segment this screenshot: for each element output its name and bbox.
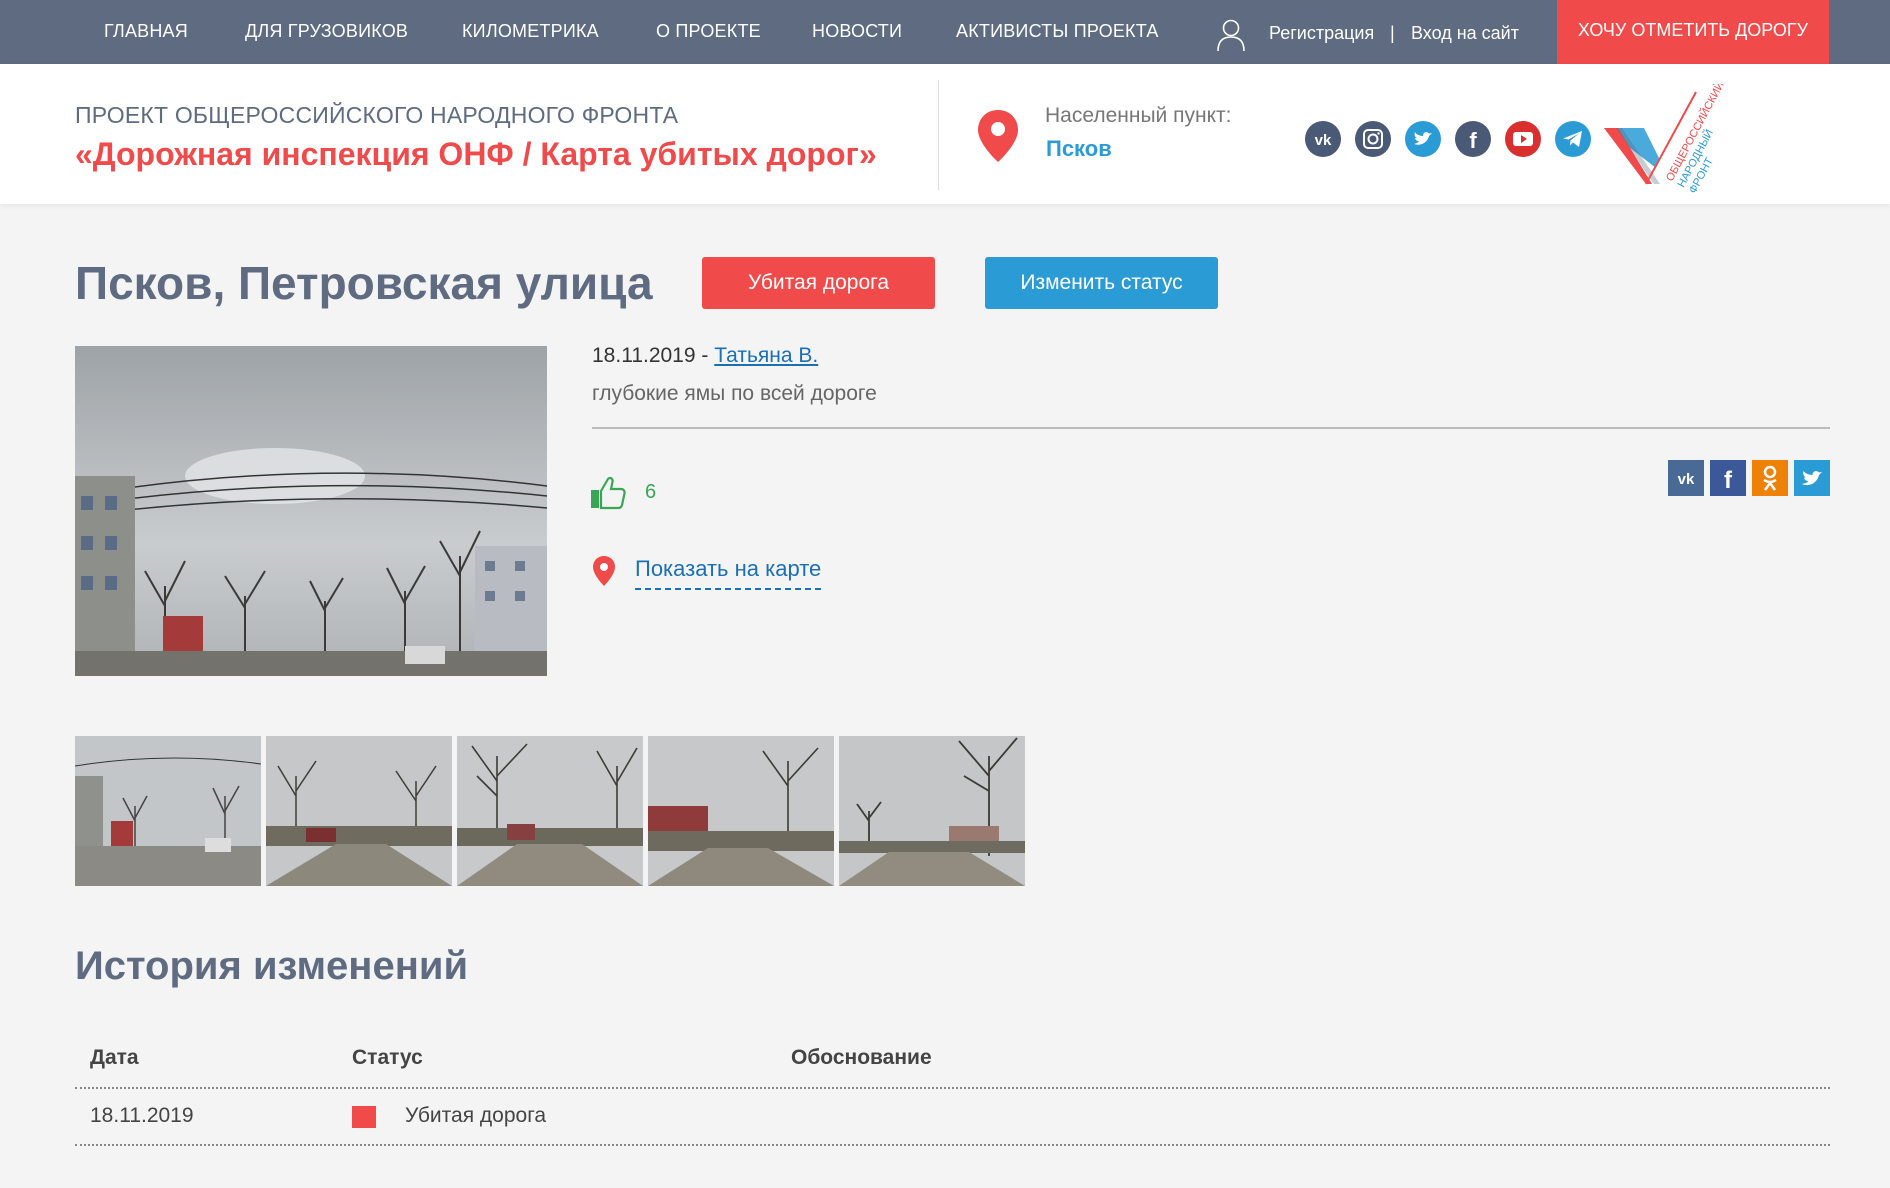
history-title: История изменений bbox=[75, 944, 469, 988]
status-color-square bbox=[352, 1106, 376, 1128]
change-status-button[interactable]: Изменить статус bbox=[985, 257, 1218, 309]
location-value[interactable]: Псков bbox=[1046, 136, 1112, 162]
history-col-reason: Обоснование bbox=[791, 1046, 932, 1069]
nav-item-about[interactable]: О проекте bbox=[656, 0, 761, 64]
likes-count: 6 bbox=[645, 481, 657, 503]
page-title: Псков, Петровская улица bbox=[75, 257, 653, 309]
login-link[interactable]: Вход на сайт bbox=[1411, 0, 1519, 64]
info-divider bbox=[592, 427, 1830, 429]
thumbs-up-icon[interactable] bbox=[590, 476, 626, 510]
history-row-divider bbox=[75, 1144, 1830, 1146]
report-meta: 18.11.2019 - Татьяна В. bbox=[592, 344, 818, 368]
svg-text:vk: vk bbox=[1678, 471, 1695, 488]
nav-item-activists[interactable]: Активисты проекта bbox=[956, 0, 1159, 64]
photo-thumbnail[interactable] bbox=[75, 736, 261, 886]
twitter-icon[interactable] bbox=[1405, 121, 1441, 157]
photo-thumbnail[interactable] bbox=[457, 736, 643, 886]
history-row-status: Убитая дорога bbox=[405, 1104, 547, 1127]
share-facebook-icon[interactable]: f bbox=[1710, 460, 1746, 496]
svg-text:f: f bbox=[1724, 467, 1733, 494]
dead-road-status-button[interactable]: Убитая дорога bbox=[702, 257, 935, 309]
site-header: Проект Общероссийского народного фронта … bbox=[0, 64, 1890, 204]
report-description: глубокие ямы по всей дороге bbox=[592, 382, 877, 405]
map-pin-icon bbox=[593, 556, 615, 586]
instagram-icon[interactable] bbox=[1355, 121, 1391, 157]
author-link[interactable]: Татьяна В. bbox=[714, 344, 818, 367]
nav-item-trucks[interactable]: Для грузовиков bbox=[245, 0, 408, 64]
history-col-status: Статус bbox=[352, 1046, 423, 1069]
mark-road-button[interactable]: Хочу отметить дорогу bbox=[1557, 0, 1829, 64]
share-twitter-icon[interactable] bbox=[1794, 460, 1830, 496]
youtube-icon[interactable] bbox=[1505, 121, 1541, 157]
history-col-date: Дата bbox=[90, 1046, 139, 1069]
share-vk-icon[interactable]: vk bbox=[1668, 460, 1704, 496]
main-photo[interactable] bbox=[75, 346, 547, 676]
location-pin-icon bbox=[978, 110, 1018, 162]
history-row-date: 18.11.2019 bbox=[90, 1104, 194, 1127]
photo-thumbnail[interactable] bbox=[266, 736, 452, 886]
auth-separator: | bbox=[1390, 23, 1395, 43]
share-odnoklassniki-icon[interactable] bbox=[1752, 460, 1788, 496]
header-divider bbox=[938, 80, 939, 190]
user-icon[interactable] bbox=[1216, 18, 1246, 52]
photo-thumbnail[interactable] bbox=[648, 736, 834, 886]
photo-thumbnail[interactable] bbox=[839, 736, 1025, 886]
register-link[interactable]: Регистрация bbox=[1269, 0, 1374, 64]
nav-item-kilometrika[interactable]: Километрика bbox=[462, 0, 599, 64]
nav-item-news[interactable]: Новости bbox=[812, 0, 902, 64]
top-nav: Главная Для грузовиков Километрика О про… bbox=[0, 0, 1890, 64]
onf-logo[interactable]: ОБЩЕРОССИЙСКИЙ НАРОДНЫЙ ФРОНТ bbox=[1600, 84, 1730, 194]
nav-item-home[interactable]: Главная bbox=[104, 0, 188, 64]
report-date: 18.11.2019 bbox=[592, 344, 696, 367]
vk-icon[interactable]: vk bbox=[1305, 121, 1341, 157]
location-label: Населенный пункт: bbox=[1045, 104, 1232, 127]
date-separator: - bbox=[695, 344, 715, 367]
svg-text:f: f bbox=[1469, 128, 1477, 153]
telegram-icon[interactable] bbox=[1555, 121, 1591, 157]
facebook-icon[interactable]: f bbox=[1455, 121, 1491, 157]
svg-text:vk: vk bbox=[1315, 132, 1332, 149]
history-header-divider bbox=[75, 1087, 1830, 1089]
project-title[interactable]: «Дорожная инспекция ОНФ / Карта убитых д… bbox=[75, 136, 877, 173]
show-on-map-link[interactable]: Показать на карте bbox=[635, 556, 822, 590]
project-subtitle: Проект Общероссийского народного фронта bbox=[75, 102, 679, 128]
